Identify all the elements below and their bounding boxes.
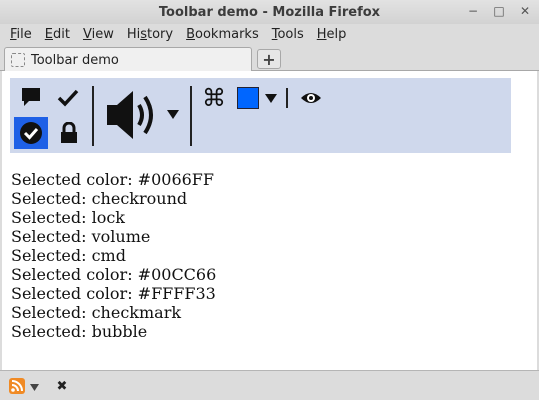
log-line: Selected: cmd (11, 246, 126, 265)
statusbar: ✖ (0, 370, 539, 400)
menubar: File Edit View History Bookmarks Tools H… (0, 24, 539, 44)
window-titlebar: Toolbar demo - Mozilla Firefox − □ ✕ (0, 0, 539, 24)
menu-file-label: ile (16, 26, 32, 42)
menu-view[interactable]: View (83, 27, 114, 42)
log-line: Selected: checkround (11, 189, 188, 208)
checkround-icon[interactable] (14, 117, 48, 149)
log-line: Selected color: #FFFF33 (11, 284, 216, 303)
cmd-glyph: ⌘ (202, 84, 226, 112)
checkmark-icon[interactable] (56, 87, 80, 109)
rss-feed-icon[interactable] (8, 377, 26, 395)
menu-bookmarks-label: ookmarks (195, 26, 259, 42)
menu-history-pre: Hi (126, 26, 141, 42)
plus-icon: + (262, 49, 276, 69)
volume-dropdown-chevron-down-icon[interactable] (166, 106, 180, 124)
selection-log: Selected color: #0066FF Selected: checkr… (11, 170, 216, 341)
close-window-button[interactable]: ✕ (519, 4, 531, 18)
page-favicon-icon (11, 53, 25, 67)
menu-view-accel: V (82, 26, 92, 42)
menu-view-label: iew (91, 26, 114, 42)
tab-strip: Toolbar demo + (0, 44, 539, 72)
eye-icon[interactable] (298, 88, 324, 108)
toolbar-separator (190, 86, 192, 146)
new-tab-button[interactable]: + (257, 49, 281, 69)
close-addon-bar-icon[interactable]: ✖ (54, 377, 70, 395)
log-line: Selected: bubble (11, 322, 148, 341)
menu-bookmarks[interactable]: Bookmarks (186, 27, 259, 42)
bubble-icon[interactable] (20, 85, 42, 109)
minimize-button[interactable]: − (467, 4, 479, 18)
rss-dropdown-chevron-down-icon[interactable] (28, 381, 40, 393)
menu-edit-accel: E (44, 26, 53, 42)
menu-file[interactable]: File (10, 27, 32, 42)
menu-bookmarks-accel: B (186, 26, 196, 42)
page-content: ⌘ Selected color: #0066FF Selected: chec… (2, 71, 537, 370)
menu-history-accel: s (140, 26, 147, 42)
log-line: Selected: volume (11, 227, 151, 246)
menu-help-accel: H (316, 26, 327, 42)
log-line: Selected: lock (11, 208, 125, 227)
color-picker-swatch[interactable] (236, 86, 260, 110)
menu-history[interactable]: History (127, 27, 173, 42)
color-swatch (237, 87, 259, 109)
menu-tools-label: ools (277, 26, 304, 42)
log-line: Selected color: #0066FF (11, 170, 214, 189)
menu-help-label: elp (326, 26, 347, 42)
color-dropdown-chevron-down-icon[interactable] (264, 91, 278, 107)
lock-icon[interactable] (58, 120, 80, 146)
tab-toolbar-demo[interactable]: Toolbar demo (4, 47, 252, 72)
menu-tools[interactable]: Tools (272, 27, 304, 42)
menu-edit-label: dit (53, 26, 70, 42)
volume-icon[interactable] (104, 88, 164, 142)
close-glyph: ✖ (56, 378, 68, 394)
toolbar-separator-small (286, 88, 288, 108)
tab-label: Toolbar demo (31, 52, 119, 68)
window-controls: − □ ✕ (467, 4, 531, 18)
menu-help[interactable]: Help (317, 27, 347, 42)
log-line: Selected color: #00CC66 (11, 265, 217, 284)
toolbar-separator (92, 86, 94, 146)
demo-toolbar: ⌘ (10, 78, 511, 153)
window-title: Toolbar demo - Mozilla Firefox (158, 4, 381, 20)
menu-history-post: tory (147, 26, 174, 42)
cmd-icon[interactable]: ⌘ (200, 84, 228, 112)
log-line: Selected: checkmark (11, 303, 182, 322)
menu-edit[interactable]: Edit (45, 27, 70, 42)
maximize-button[interactable]: □ (493, 4, 505, 18)
